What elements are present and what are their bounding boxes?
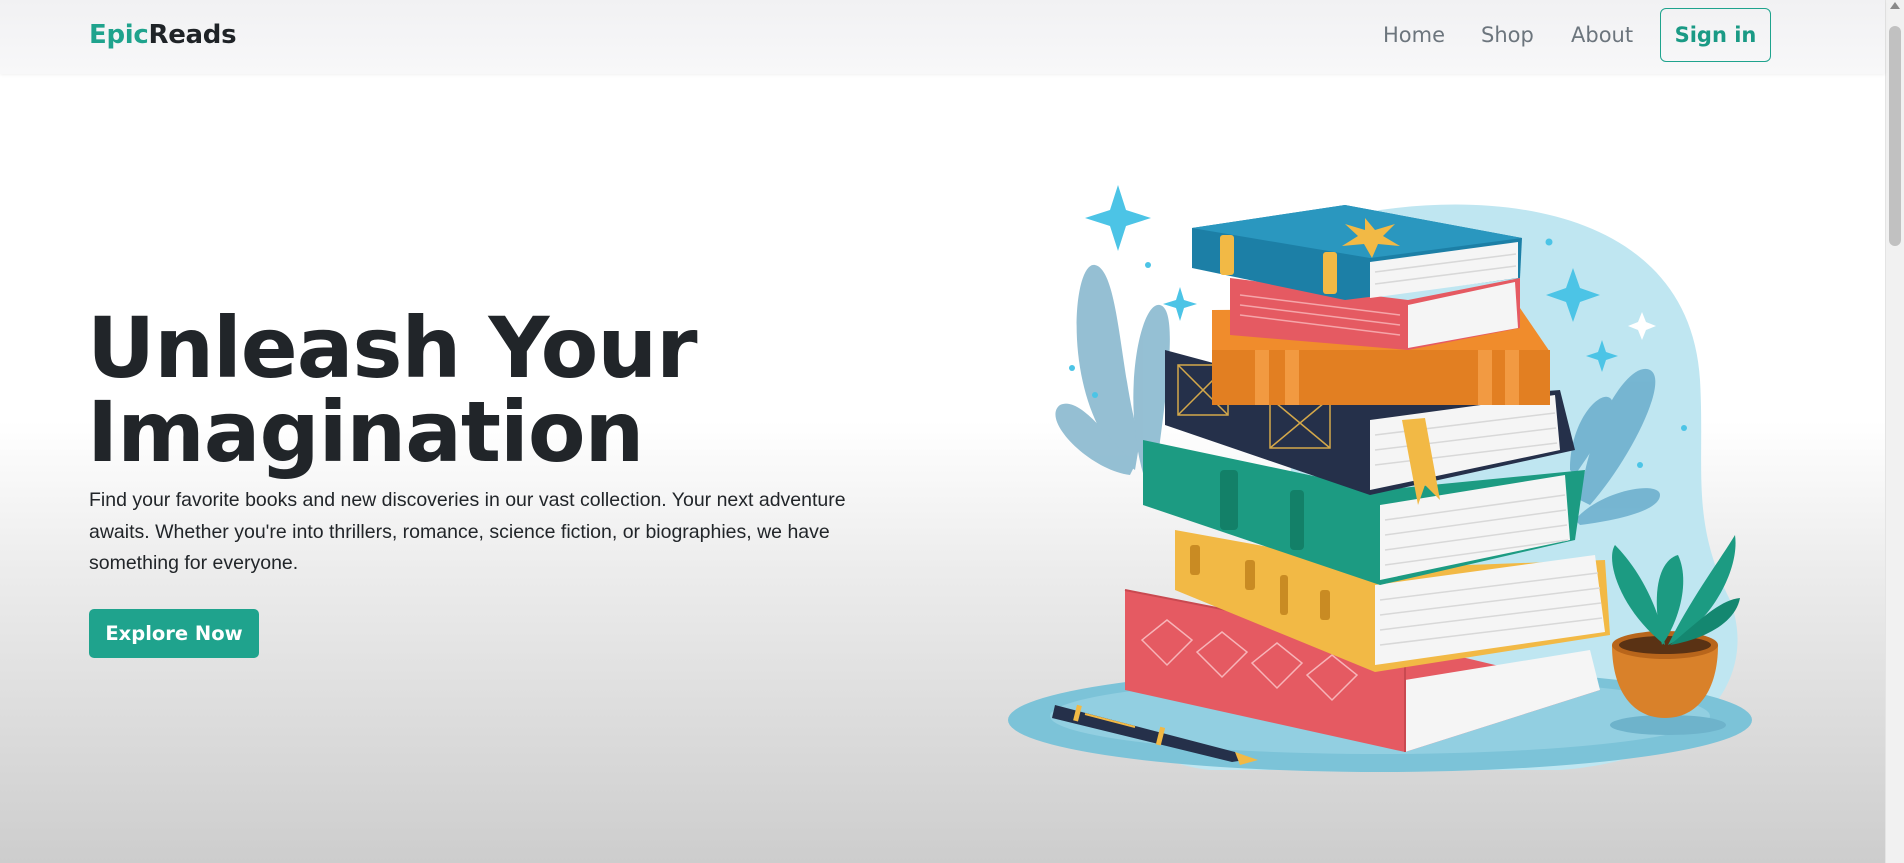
nav-link-home[interactable]: Home	[1383, 23, 1445, 47]
hero-description: Find your favorite books and new discove…	[89, 489, 846, 574]
vertical-scrollbar[interactable]	[1885, 0, 1904, 863]
scrollbar-thumb[interactable]	[1889, 26, 1901, 246]
brand-name-part2: Reads	[148, 20, 237, 50]
sign-in-button[interactable]: Sign in	[1660, 8, 1771, 62]
scroll-up-arrow-icon[interactable]	[1890, 2, 1900, 9]
navbar: EpicReads Home Shop About Sign in	[0, 0, 1885, 74]
nav-link-shop[interactable]: Shop	[1481, 23, 1534, 47]
brand-logo[interactable]: EpicReads	[89, 20, 237, 50]
book-stack-illustration	[1008, 185, 1752, 772]
brand-name-part1: Epic	[89, 20, 149, 50]
nav-link-about[interactable]: About	[1571, 23, 1633, 47]
hero-title: Unleash Your Imagination	[87, 299, 698, 481]
explore-now-button[interactable]: Explore Now	[89, 609, 259, 658]
